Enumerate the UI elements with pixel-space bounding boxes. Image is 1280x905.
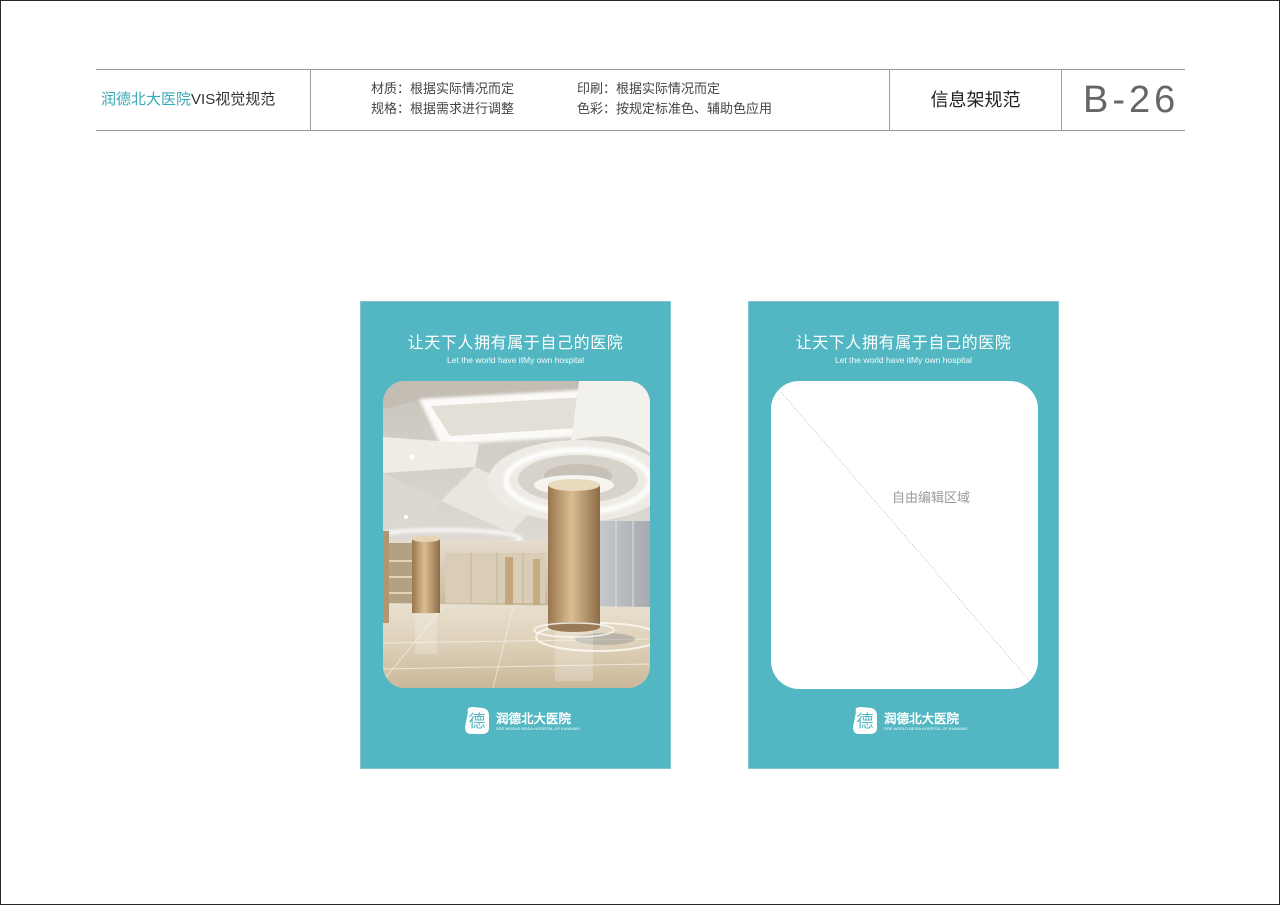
- logo-tagline: RDE WORLD BEIDA HOSPITAL OF KUNMING: [496, 727, 580, 731]
- downlight: [404, 515, 408, 519]
- page-code: B-26: [1083, 79, 1180, 121]
- lobby-photo-illustration: [383, 381, 650, 688]
- header-divider: [1061, 69, 1062, 131]
- logo-mark: 德: [469, 712, 486, 732]
- edit-area-diagonal: [780, 391, 1035, 687]
- spec-material: 材质：根据实际情况而定: [371, 81, 515, 96]
- free-edit-area: 自由编辑区域: [771, 381, 1038, 689]
- section-title: 信息架规范: [930, 90, 1021, 110]
- slogan-en: Let the world have itMy own hospital: [446, 355, 585, 365]
- downlight: [409, 454, 415, 460]
- logo-name: 润德北大医院: [496, 712, 572, 726]
- info-rack-panel-photo: 让天下人拥有属于自己的医院 Let the world have itMy ow…: [360, 301, 671, 769]
- spec-color: 色彩：按规定标准色、辅助色应用: [577, 101, 773, 116]
- slogan-en: Let the world have itMy own hospital: [834, 355, 973, 365]
- edit-area-label: 自由编辑区域: [892, 490, 971, 505]
- left-column: [412, 539, 440, 613]
- logo-tagline: RDE WORLD BEIDA HOSPITAL OF KUNMING: [884, 727, 968, 731]
- vis-spec-page: 润德北大医院VIS视觉规范 材质：根据实际情况而定 规格：根据需求进行调整 印刷…: [0, 0, 1280, 905]
- brand-name: 润德北大医院: [101, 91, 192, 108]
- header-top-rule: [96, 69, 1185, 70]
- header-bottom-rule: [96, 130, 1185, 131]
- wall-panel: [445, 553, 545, 603]
- left-column-top: [412, 536, 440, 542]
- hospital-lobby-photo: [383, 381, 650, 688]
- hospital-logo-icon: 德: [853, 707, 877, 734]
- header-brand: 润德北大医院VIS视觉规范: [101, 90, 275, 110]
- logo-mark: 德: [857, 712, 874, 732]
- spec-printing: 印刷：根据实际情况而定: [577, 81, 721, 96]
- right-column: [548, 485, 600, 627]
- edge-column: [383, 531, 389, 623]
- slogan-cn: 让天下人拥有属于自己的医院: [795, 333, 1012, 352]
- floor-reflection: [415, 614, 437, 654]
- brand-suffix: VIS视觉规范: [191, 91, 276, 108]
- logo-name: 润德北大医院: [884, 712, 960, 726]
- right-column-top: [548, 479, 600, 491]
- back-column: [505, 557, 513, 605]
- slogan-cn: 让天下人拥有属于自己的医院: [407, 333, 624, 352]
- back-column: [533, 559, 540, 605]
- diagonal-guide-line: [780, 391, 1035, 687]
- header-divider: [310, 69, 311, 131]
- lobby-floor: [383, 603, 650, 688]
- spec-size: 规格：根据需求进行调整: [371, 101, 515, 116]
- hospital-logo-icon: 德: [465, 707, 489, 734]
- info-rack-panel-template: 让天下人拥有属于自己的医院 Let the world have itMy ow…: [748, 301, 1059, 769]
